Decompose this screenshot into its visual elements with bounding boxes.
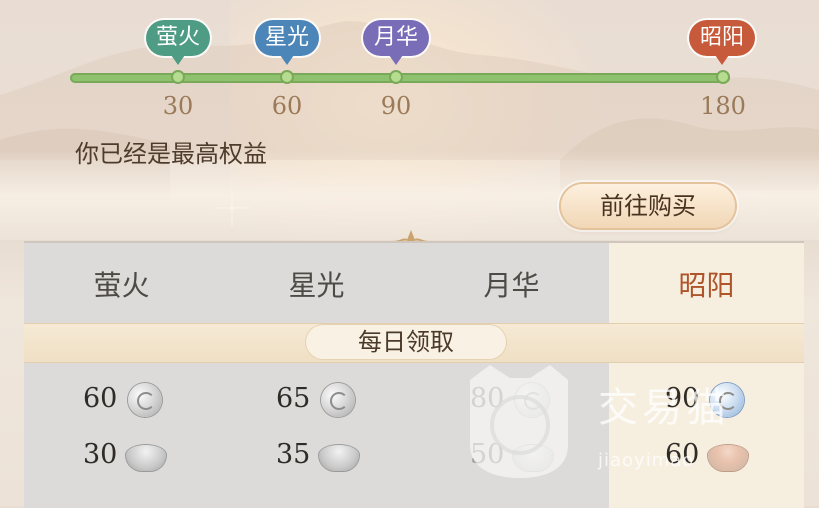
progress-node-4 [716,70,730,84]
column-header-xingguang: 星光 [288,269,345,302]
tick-label-90: 90 [380,92,412,120]
tick-label-60: 60 [271,92,303,120]
column-header-yinghuo: 萤火 [93,269,150,302]
column-header-yuehua: 月华 [483,269,540,302]
progress-node-3 [389,70,403,84]
reward-value: 65 [276,383,311,414]
watermark-subtitle: jiaoyimao [598,450,695,471]
buy-button[interactable]: 前往购买 [561,184,735,228]
reward-value: 30 [83,439,118,470]
column-header-zhaoyang: 昭阳 [678,269,735,302]
reward-value: 60 [83,383,118,414]
silver-coin-icon [321,383,355,417]
progress-node-1 [171,70,185,84]
tier-tag-xingguang: 星光 [255,20,319,65]
tier-tag-yuehua: 月华 [363,20,429,65]
tier-tag-yinghuo: 萤火 [146,20,210,65]
tick-label-30: 30 [162,92,194,120]
progress-node-2 [280,70,294,84]
watermark-title: 交易猫 [598,385,730,431]
section-label-daily: 每日领取 [306,325,506,359]
bowl-icon [319,445,359,471]
status-text: 你已经是最高权益 [75,140,267,168]
reward-value: 35 [276,439,311,470]
silver-coin-icon [128,383,162,417]
tier-tag-zhaoyang: 昭阳 [689,20,755,65]
tick-label-180: 180 [700,92,746,120]
bowl-icon [126,445,166,471]
